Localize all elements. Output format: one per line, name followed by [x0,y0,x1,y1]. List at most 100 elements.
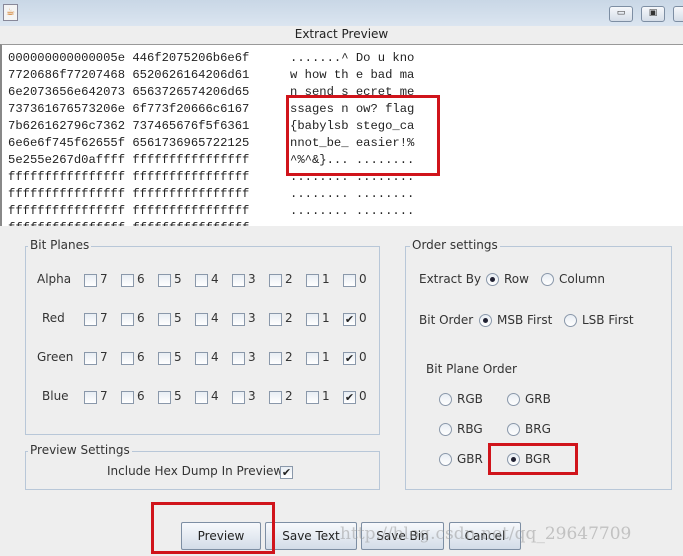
bit-plane-order-label: Bit Plane Order [426,362,517,376]
red-bit-4-checkbox[interactable] [195,313,208,326]
green-bit-1-checkbox[interactable] [306,352,319,365]
alpha-bit-4-checkbox[interactable] [195,274,208,287]
plane-order-gbr-label: GBR [457,452,483,466]
alpha-bit-5-checkbox[interactable] [158,274,171,287]
green-bit-4-checkbox[interactable] [195,352,208,365]
extract-by-column-radio[interactable] [541,273,554,286]
bit-label: 1 [322,272,330,286]
green-bit-6-checkbox[interactable] [121,352,134,365]
plane-order-rgb-radio[interactable] [439,393,452,406]
bit-label: 1 [322,389,330,403]
highlight-preview-box [151,502,275,554]
alpha-bit-3-checkbox[interactable] [232,274,245,287]
plane-order-grb-radio[interactable] [507,393,520,406]
alpha-bit-6-checkbox[interactable] [121,274,134,287]
bit-label: 6 [137,389,145,403]
bit-label: 0 [359,350,367,364]
alpha-bit-0-checkbox[interactable] [343,274,356,287]
ascii-line: .......^ Do u kno [290,51,415,65]
green-bit-0-checkbox[interactable]: ✔ [343,352,356,365]
bit-label: 5 [174,389,182,403]
alpha-bit-7-checkbox[interactable] [84,274,97,287]
green-bit-5-checkbox[interactable] [158,352,171,365]
bit-order-msb-first-radio[interactable] [479,314,492,327]
bit-label: 6 [137,350,145,364]
blue-bit-4-checkbox[interactable] [195,391,208,404]
extract-by-row-radio[interactable] [486,273,499,286]
ascii-line: w how th e bad ma [290,68,415,82]
bit-label: 5 [174,350,182,364]
hex-line: 7720686f77207468 6520626164206d61 [8,68,250,82]
highlight-flag-box [286,95,440,176]
hex-line: 5e255e267d0affff ffffffffffffffff [8,153,250,167]
blue-bit-3-checkbox[interactable] [232,391,245,404]
hex-line: ffffffffffffffff ffffffffffffffff [8,187,250,201]
bit-label: 4 [211,389,219,403]
green-bit-2-checkbox[interactable] [269,352,282,365]
ascii-line: ........ ........ [290,221,414,226]
blue-bit-6-checkbox[interactable] [121,391,134,404]
channel-label-green: Green [37,350,74,364]
bit-label: 5 [174,272,182,286]
blue-bit-0-checkbox[interactable]: ✔ [343,391,356,404]
bit-label: 5 [174,311,182,325]
plane-order-rbg-radio[interactable] [439,423,452,436]
hex-line: 7b626162796c7362 737465676f5f6361 [8,119,250,133]
green-bit-7-checkbox[interactable] [84,352,97,365]
red-bit-7-checkbox[interactable] [84,313,97,326]
alpha-bit-1-checkbox[interactable] [306,274,319,287]
dialog-title: Extract Preview [294,27,389,41]
red-bit-6-checkbox[interactable] [121,313,134,326]
bit-label: 3 [248,350,256,364]
bit-label: 7 [100,311,108,325]
green-bit-3-checkbox[interactable] [232,352,245,365]
red-bit-5-checkbox[interactable] [158,313,171,326]
preview-settings-title: Preview Settings [28,443,132,457]
bit-label: 7 [100,350,108,364]
hex-line: 000000000000005e 446f2075206b6e6f [8,51,250,65]
bit-label: 3 [248,311,256,325]
bit-label: 6 [137,272,145,286]
red-bit-1-checkbox[interactable] [306,313,319,326]
order-settings-title: Order settings [410,238,500,252]
bit-order-lsb-first-radio[interactable] [564,314,577,327]
bit-label: 0 [359,311,367,325]
bit-label: 7 [100,389,108,403]
blue-bit-7-checkbox[interactable] [84,391,97,404]
red-bit-2-checkbox[interactable] [269,313,282,326]
close-button[interactable] [673,6,683,22]
blue-bit-2-checkbox[interactable] [269,391,282,404]
bit-label: 2 [285,389,293,403]
channel-label-blue: Blue [42,389,69,403]
bit-label: 2 [285,311,293,325]
bit-label: 4 [211,350,219,364]
bit-label: 2 [285,272,293,286]
blue-bit-1-checkbox[interactable] [306,391,319,404]
alpha-bit-2-checkbox[interactable] [269,274,282,287]
highlight-bgr-box [488,443,578,475]
watermark: http://blog.csdn.net/qq_29647709 [340,524,632,544]
bit-label: 1 [322,311,330,325]
extract-by-column-label: Column [559,272,605,286]
bit-label: 1 [322,350,330,364]
bit-order-label: Bit Order [419,313,474,327]
red-bit-3-checkbox[interactable] [232,313,245,326]
extract-by-row-label: Row [504,272,529,286]
bit-label: 4 [211,311,219,325]
ascii-line: ........ ........ [290,204,415,218]
maximize-button[interactable]: ▣ [641,6,665,22]
bit-label: 2 [285,350,293,364]
hex-dump-checkbox[interactable]: ✔ [280,466,293,479]
hex-line: 6e2073656e642073 6563726574206d65 [8,85,250,99]
blue-bit-5-checkbox[interactable] [158,391,171,404]
hex-dump-label: Include Hex Dump In Preview [107,464,284,478]
bit-label: 0 [359,272,367,286]
plane-order-brg-radio[interactable] [507,423,520,436]
hex-line: ffffffffffffffff ffffffffffffffff [8,170,250,184]
plane-order-gbr-radio[interactable] [439,453,452,466]
bit-label: 3 [248,272,256,286]
red-bit-0-checkbox[interactable]: ✔ [343,313,356,326]
extract-by-label: Extract By [419,272,482,286]
minimize-button[interactable]: ▭ [609,6,633,22]
bit-label: 4 [211,272,219,286]
